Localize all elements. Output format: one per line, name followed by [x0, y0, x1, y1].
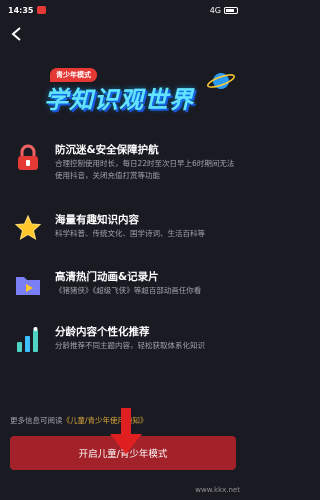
feature-title: 海量有趣知识内容: [55, 214, 139, 226]
planet-icon: [207, 73, 235, 89]
video-folder-icon: [16, 277, 40, 295]
feature-title: 防沉迷&安全保障护航: [55, 144, 159, 156]
watermark: www.kkx.net: [195, 486, 240, 494]
feature-item: 海量有趣知识内容 科学科普、传统文化、国学诗词、生活百科等: [0, 210, 246, 260]
notification-badge: [37, 6, 47, 14]
hero-banner: 青少年模式 学知识观世界: [0, 58, 246, 128]
feature-item: 高清热门动画&记录片 《猪猪侠》《超级飞侠》等超百部动画任你看: [0, 267, 246, 317]
status-bar: 14:35 4G: [0, 0, 246, 20]
lock-icon: [18, 144, 38, 170]
feature-title: 高清热门动画&记录片: [55, 271, 159, 283]
bar-chart-icon: [17, 327, 38, 352]
status-time: 14:35: [8, 5, 34, 15]
status-icons: 4G: [210, 6, 238, 15]
back-arrow-icon[interactable]: [10, 26, 24, 42]
footer-prefix: 更多信息可阅读: [10, 416, 63, 425]
feature-desc: 分龄推荐不同主题内容，轻松获取体系化知识: [55, 341, 205, 350]
hero-title: 学知识观世界: [44, 86, 194, 114]
feature-title: 分龄内容个性化推荐: [55, 326, 150, 338]
battery-icon: [224, 6, 238, 14]
feature-desc: 科学科普、传统文化、国学诗词、生活百科等: [55, 229, 205, 238]
feature-item: 防沉迷&安全保障护航 合理控制使用时长，每日22时至次日早上6时期间无法使用抖音…: [0, 140, 246, 190]
star-icon: [14, 214, 42, 241]
feature-desc: 《猪猪侠》《超级飞侠》等超百部动画任你看: [55, 286, 202, 295]
feature-item: 分龄内容个性化推荐 分龄推荐不同主题内容，轻松获取体系化知识: [0, 322, 246, 372]
red-arrow-icon: [110, 408, 142, 454]
feature-desc: 合理控制使用时长，每日22时至次日早上6时期间无法使用抖音，关闭充值打赏等功能: [55, 159, 235, 180]
signal-text: 4G: [209, 5, 221, 15]
